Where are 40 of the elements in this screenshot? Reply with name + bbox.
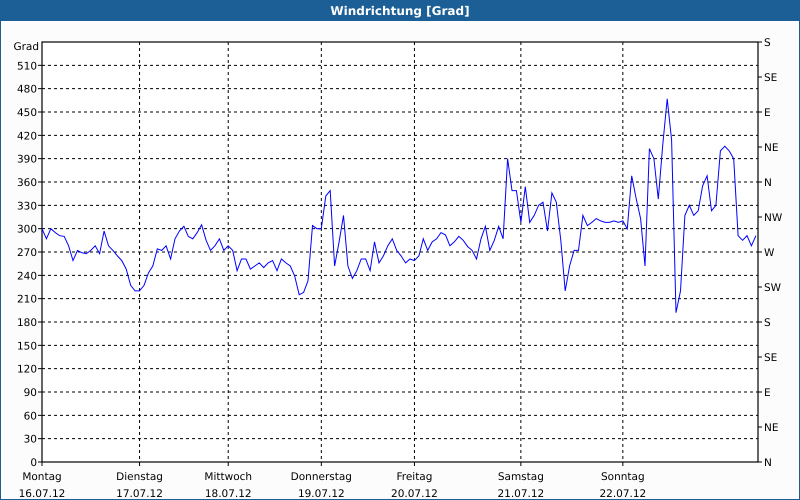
x-tick-label: Dienstag 17.07.12 [116,471,163,499]
y-tick-label: 510 [16,60,37,72]
compass-label: SW [764,282,782,294]
x-tick-label: Sonntag 22.07.12 [599,471,646,499]
x-tick-label: Mittwoch 18.07.12 [204,471,252,499]
y-tick-label: 270 [16,247,37,259]
compass-label: N [764,177,772,189]
compass-label: SE [764,352,778,364]
x-tick-label: Donnerstag 19.07.12 [290,471,352,499]
compass-label: S [764,37,771,49]
compass-label: NE [764,422,778,434]
y-tick-label: 30 [24,434,37,446]
y-tick-label: 390 [16,154,37,166]
y-tick-label: 210 [16,294,37,306]
compass-label: N [764,457,772,469]
compass-label: E [764,107,771,119]
x-tick-label: Freitag 20.07.12 [391,471,438,499]
compass-label: NE [764,142,778,154]
y-tick-label: 90 [24,387,37,399]
axis-title: Grad [13,41,39,53]
compass-label: S [764,317,771,329]
compass-label: SE [764,72,778,84]
compass-label: NW [764,212,782,224]
compass-label: E [764,387,771,399]
y-tick-label: 330 [16,200,37,212]
y-tick-label: 60 [24,410,37,422]
window-title: Windrichtung [Grad] [330,3,470,20]
y-tick-label: 480 [16,84,37,96]
y-tick-label: 300 [16,224,37,236]
compass-label: W [764,247,774,259]
y-tick-label: 150 [16,340,37,352]
y-tick-label: 120 [16,364,37,376]
y-tick-label: 360 [16,177,37,189]
y-tick-label: 420 [16,130,37,142]
x-tick-label: Montag 16.07.12 [18,471,66,499]
y-tick-label: 0 [30,457,37,469]
y-tick-label: 240 [16,270,37,282]
y-tick-label: 450 [16,107,37,119]
x-tick-label: Samstag 21.07.12 [497,471,544,499]
y-tick-label: 180 [16,317,37,329]
